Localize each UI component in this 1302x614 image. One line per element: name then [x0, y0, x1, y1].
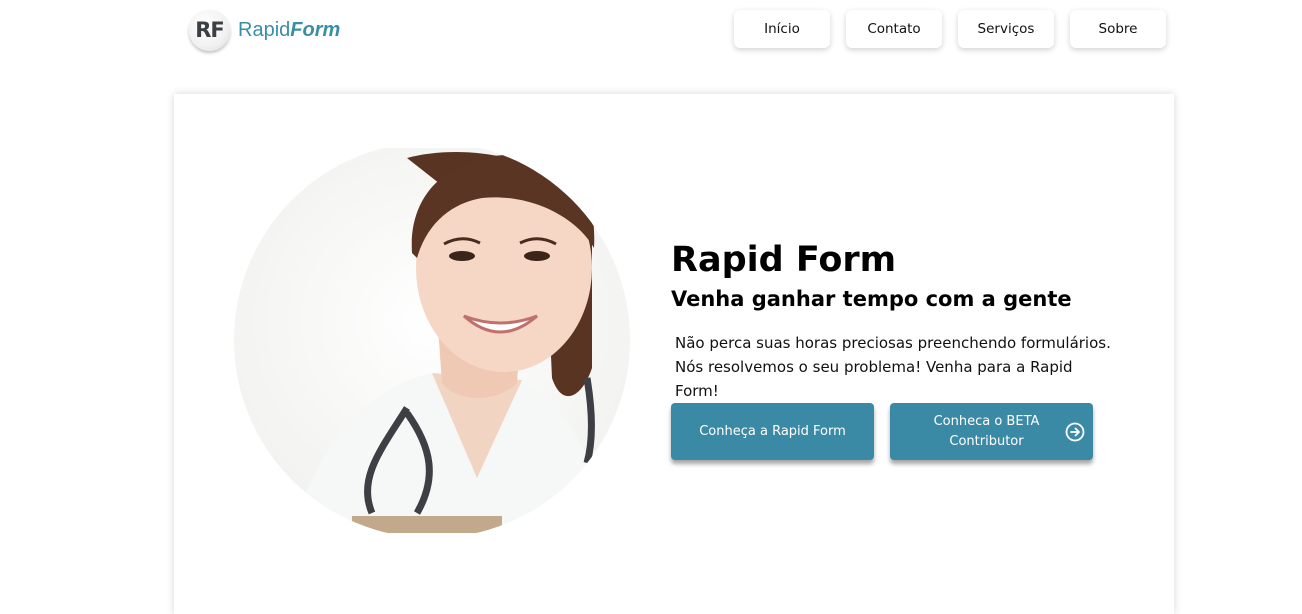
logo-badge-icon: RF: [189, 9, 230, 51]
brand-name: RapidForm: [238, 19, 340, 42]
nav-item-servicos[interactable]: Serviços: [958, 10, 1054, 48]
doctor-photo: [234, 148, 630, 533]
arrow-right-circle-icon: [1065, 422, 1085, 442]
hero-description-line2: Nós resolvemos o seu problema! Venha par…: [675, 358, 1073, 400]
brand-name-regular: Rapid: [238, 18, 291, 41]
hero-title: Rapid Form: [671, 240, 897, 280]
hero-description: Não perca suas horas preciosas preenchen…: [675, 331, 1115, 403]
brand-logo[interactable]: RF RapidForm: [189, 9, 340, 51]
site-header: RF RapidForm Início Contato Serviços Sob…: [0, 0, 1302, 60]
nav-item-contato[interactable]: Contato: [846, 10, 942, 48]
nav-item-inicio[interactable]: Início: [734, 10, 830, 48]
hero-description-line1: Não perca suas horas preciosas preenchen…: [675, 334, 1111, 352]
main-nav: Início Contato Serviços Sobre: [734, 10, 1182, 48]
beta-contributor-button[interactable]: Conheca o BETA Contributor: [890, 403, 1093, 460]
learn-more-button[interactable]: Conheça a Rapid Form: [671, 403, 874, 460]
brand-name-bold: Form: [290, 18, 341, 41]
nav-item-sobre[interactable]: Sobre: [1070, 10, 1166, 48]
hero-subtitle: Venha ganhar tempo com a gente: [671, 287, 1072, 311]
beta-contributor-label: Conheca o BETA Contributor: [933, 413, 1040, 449]
